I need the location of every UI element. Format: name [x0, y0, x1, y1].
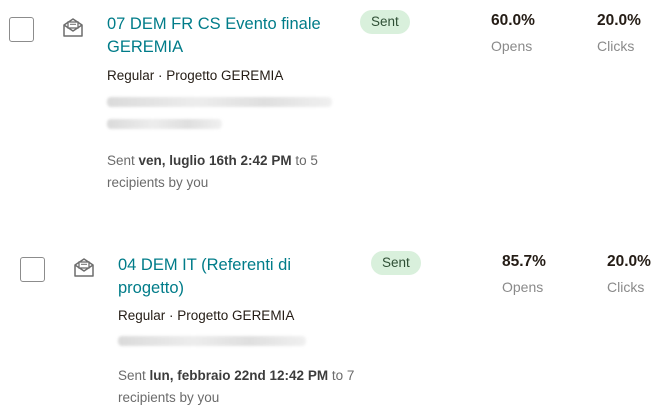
clicks-label: Clicks: [607, 279, 645, 295]
redacted-tags: [118, 336, 306, 346]
opens-label: Opens: [502, 279, 544, 295]
campaign-title-link[interactable]: 07 DEM FR CS Evento finale GEREMIA: [107, 13, 347, 59]
clicks-rate: 20.0%: [597, 12, 641, 29]
campaign-row: 07 DEM FR CS Evento finale GEREMIA Regul…: [0, 0, 659, 210]
campaign-type-meta: Regular · Progetto GEREMIA: [118, 308, 295, 323]
sent-info: Sent lun, febbraio 22nd 12:42 PM to 7 re…: [118, 368, 355, 405]
email-envelope-icon: [74, 258, 94, 277]
sent-date: lun, febbraio 22nd 12:42 PM: [149, 368, 329, 383]
redacted-tags: [107, 97, 332, 107]
opens-rate: 60.0%: [491, 12, 535, 29]
email-envelope-icon: [63, 18, 83, 37]
status-badge: Sent: [360, 10, 410, 34]
redacted-tags: [107, 119, 222, 129]
clicks-rate: 20.0%: [607, 253, 651, 270]
campaign-title-link[interactable]: 04 DEM IT (Referenti di progetto): [118, 254, 318, 300]
opens-rate: 85.7%: [502, 253, 546, 270]
status-badge: Sent: [371, 251, 421, 275]
campaign-select-checkbox[interactable]: [20, 257, 45, 282]
sent-date: ven, luglio 16th 2:42 PM: [138, 153, 292, 168]
campaign-select-checkbox[interactable]: [9, 17, 34, 42]
opens-label: Opens: [491, 38, 533, 54]
campaign-row: 04 DEM IT (Referenti di progetto) Regula…: [0, 240, 659, 407]
clicks-label: Clicks: [597, 38, 635, 54]
sent-info: Sent ven, luglio 16th 2:42 PM to 5 recip…: [107, 153, 318, 190]
campaign-type-meta: Regular · Progetto GEREMIA: [107, 68, 284, 83]
